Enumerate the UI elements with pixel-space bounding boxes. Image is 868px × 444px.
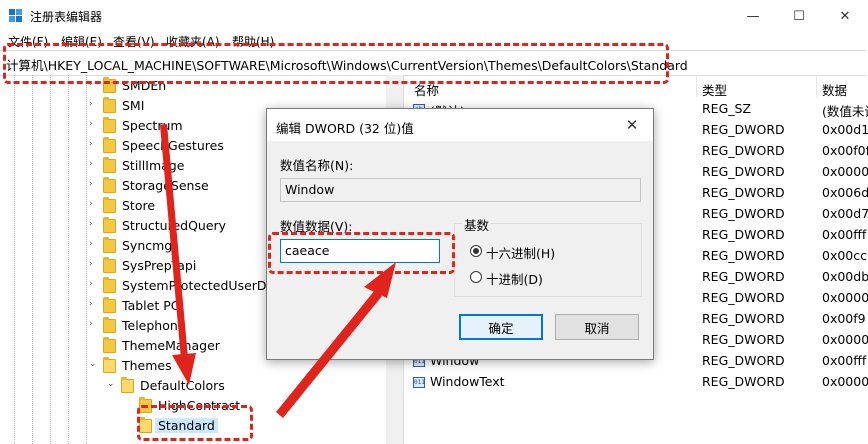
arrow-down-head	[172, 353, 196, 385]
arrow-up-shaft	[276, 290, 382, 418]
arrow-down-shaft	[160, 124, 188, 359]
annotation-arrows	[160, 124, 396, 418]
arrow-up-head	[364, 262, 396, 298]
